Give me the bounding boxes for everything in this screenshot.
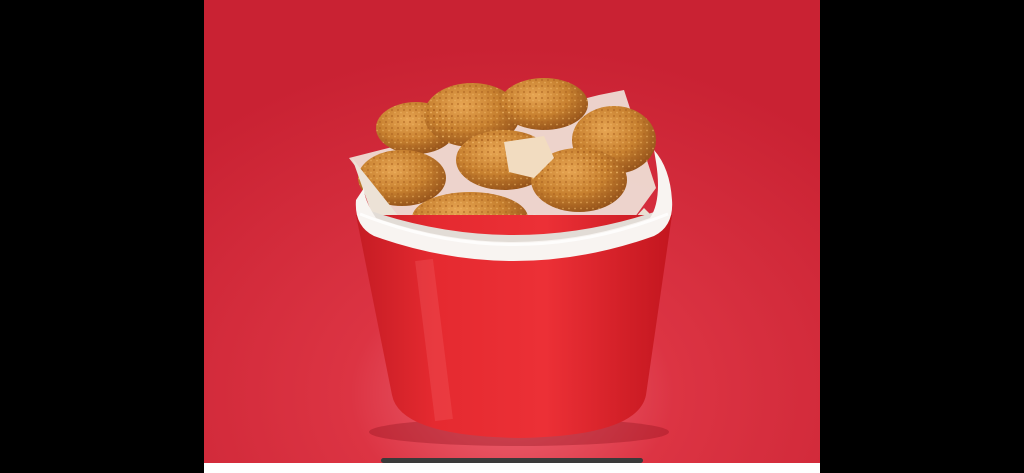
letterbox-right: [820, 0, 1024, 473]
fried-chicken-bucket-icon: [204, 0, 820, 463]
home-indicator[interactable]: [381, 458, 643, 463]
letterbox-left: [0, 0, 204, 473]
bottom-safe-area: [204, 463, 820, 473]
product-photo: [204, 0, 820, 463]
